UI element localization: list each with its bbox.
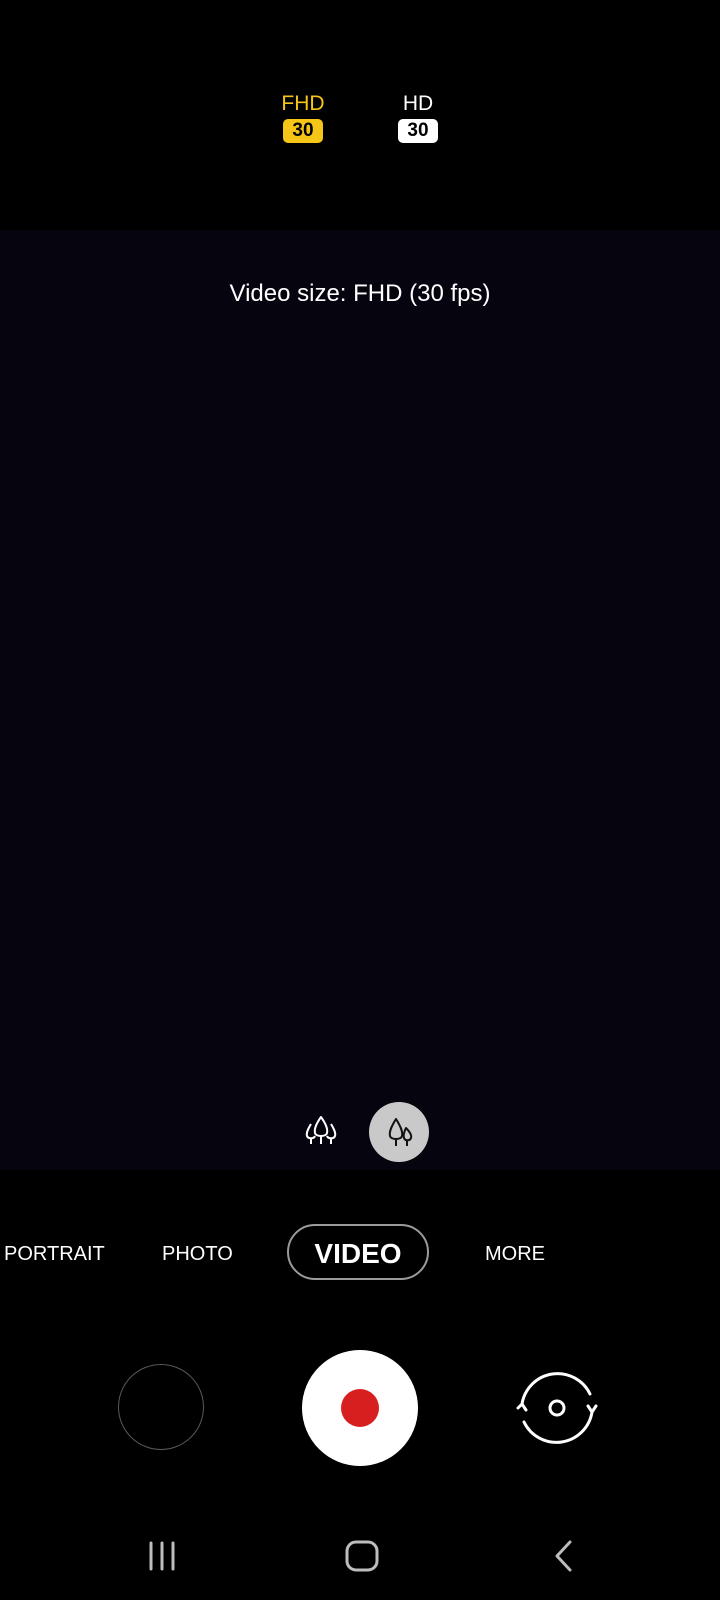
back-icon xyxy=(555,1540,572,1572)
resolution-hd-option[interactable]: HD 30 xyxy=(383,92,453,143)
video-size-toast: Video size: FHD (30 fps) xyxy=(229,280,491,307)
home-icon xyxy=(345,1540,379,1572)
record-dot-icon xyxy=(341,1389,379,1427)
fps-badge: 30 xyxy=(283,119,323,143)
nav-recents-button[interactable] xyxy=(132,1528,192,1584)
gallery-thumbnail[interactable] xyxy=(118,1364,204,1450)
record-button[interactable] xyxy=(302,1350,418,1466)
resolution-label: FHD xyxy=(281,92,325,115)
resolution-fhd-option[interactable]: FHD 30 xyxy=(268,92,338,143)
resolution-label: HD xyxy=(402,92,434,115)
two-trees-icon xyxy=(388,1118,413,1146)
wide-zoom-button[interactable] xyxy=(369,1102,429,1162)
mode-more[interactable]: MORE xyxy=(485,1224,545,1284)
nav-home-button[interactable] xyxy=(332,1528,392,1584)
mode-video[interactable]: VIDEO xyxy=(287,1224,429,1280)
ultra-wide-zoom-button[interactable] xyxy=(300,1110,342,1152)
mode-photo[interactable]: PHOTO xyxy=(162,1224,233,1284)
camera-switch-icon xyxy=(516,1372,598,1444)
recents-icon xyxy=(149,1541,175,1571)
switch-camera-button[interactable] xyxy=(508,1364,606,1452)
fps-badge: 30 xyxy=(398,119,438,143)
mode-portrait[interactable]: PORTRAIT xyxy=(4,1224,105,1284)
viewfinder[interactable] xyxy=(0,230,720,1170)
three-trees-icon xyxy=(305,1116,337,1144)
nav-back-button[interactable] xyxy=(534,1528,594,1584)
